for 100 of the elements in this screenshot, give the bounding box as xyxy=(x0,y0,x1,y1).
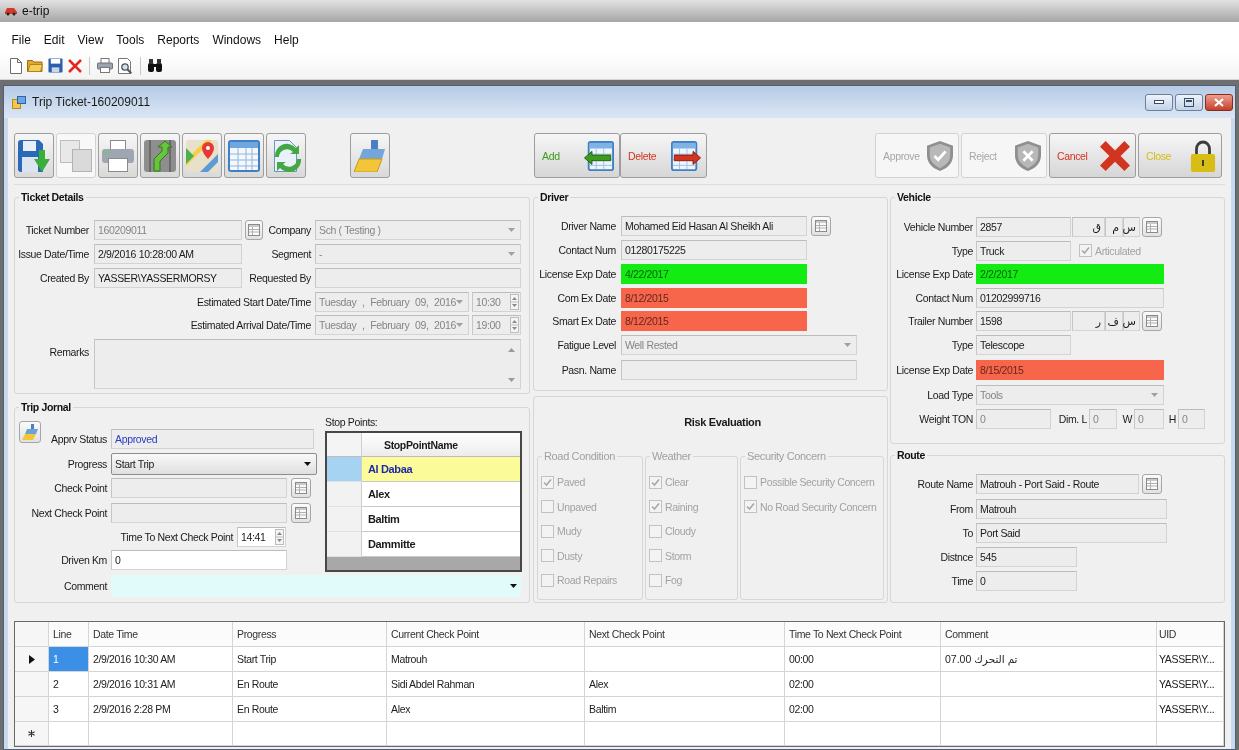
table-cell: En Route xyxy=(233,672,387,697)
brush-button[interactable] xyxy=(19,421,41,443)
date-field[interactable]: 8/12/2015 xyxy=(621,287,807,308)
text-field[interactable] xyxy=(621,360,857,380)
lookup-button[interactable] xyxy=(291,502,311,523)
field-label: Pasn. Name xyxy=(560,364,616,376)
table-cell[interactable]: Dammitte xyxy=(362,532,520,557)
cancel-button[interactable]: Cancel xyxy=(1049,133,1136,178)
table-button[interactable] xyxy=(224,133,264,178)
pages-icon xyxy=(60,139,92,172)
checkbox-label: Clear xyxy=(665,476,689,489)
table-cell[interactable]: Al Dabaa xyxy=(362,457,520,482)
text-field[interactable]: Truck xyxy=(976,240,1071,261)
table-icon xyxy=(228,139,260,172)
print-button[interactable] xyxy=(98,133,138,178)
grid-icon xyxy=(248,224,260,236)
lookup-button[interactable] xyxy=(811,216,831,236)
remarks-field[interactable] xyxy=(94,339,521,389)
text-field[interactable]: Mohamed Eid Hasan Al Sheikh Ali xyxy=(621,216,807,236)
text-field[interactable]: Approved xyxy=(111,429,314,449)
down-caret-icon xyxy=(508,378,515,382)
dropdown[interactable]: Start Trip xyxy=(111,452,317,475)
text-field[interactable]: Port Said xyxy=(976,523,1167,543)
refresh-button[interactable] xyxy=(266,133,306,178)
route-button[interactable] xyxy=(140,133,180,178)
maximize-button[interactable] xyxy=(1175,93,1203,111)
table-cell: En Route xyxy=(233,697,387,722)
date-field[interactable]: 4/22/2017 xyxy=(621,264,807,284)
text-field[interactable]: 545 xyxy=(976,547,1077,567)
text-field[interactable]: 1598 xyxy=(976,311,1071,331)
date-field[interactable]: 8/15/2015 xyxy=(976,359,1164,380)
menu-item[interactable]: Tools xyxy=(109,32,151,47)
checkbox-label: Possible Security Concern xyxy=(760,476,875,489)
cross-icon[interactable] xyxy=(68,58,82,73)
lookup-button[interactable] xyxy=(291,478,311,498)
menu-item[interactable]: Help xyxy=(267,32,306,47)
binoculars-icon[interactable] xyxy=(148,59,162,72)
plate-letter-field[interactable]: ق xyxy=(1072,217,1105,237)
delete-button[interactable]: Delete xyxy=(620,133,707,178)
text-field[interactable]: 0 xyxy=(976,571,1077,591)
text-field[interactable] xyxy=(111,478,287,498)
text-field[interactable]: Matrouh - Port Said - Route xyxy=(976,474,1139,494)
column-header: Next Check Point xyxy=(585,622,785,647)
text-field[interactable]: 01280175225 xyxy=(621,240,807,260)
table-cell[interactable]: Alex xyxy=(362,482,520,507)
plate-letter-field[interactable]: ر xyxy=(1072,311,1105,331)
text-field[interactable]: 0 xyxy=(111,550,287,570)
table-cell[interactable]: Baltim xyxy=(362,507,520,532)
table-corner xyxy=(327,433,362,457)
column-header: Date Time xyxy=(89,622,233,647)
table-cell: 00:00 xyxy=(785,647,941,672)
text-field[interactable] xyxy=(315,268,521,288)
window-close-button[interactable] xyxy=(1205,93,1233,111)
lookup-button[interactable] xyxy=(1142,217,1162,237)
open-folder-icon[interactable] xyxy=(27,59,43,72)
field-label: Segment xyxy=(270,248,311,260)
caret-icon xyxy=(844,343,851,347)
printer-icon[interactable] xyxy=(97,58,113,73)
panel-title: Risk Evaluation xyxy=(684,415,761,430)
page-magnifier-icon[interactable] xyxy=(118,57,133,74)
text-field[interactable]: YASSER\YASSERMORSY xyxy=(94,268,242,288)
lookup-button[interactable] xyxy=(1142,311,1162,331)
menu-item[interactable]: Reports xyxy=(150,32,206,47)
menu-item[interactable]: Windows xyxy=(205,32,268,47)
time-field[interactable]: 14:41 xyxy=(237,526,286,547)
clear-button[interactable] xyxy=(350,133,390,178)
field-label: Comment xyxy=(62,580,107,592)
blank-page-icon[interactable] xyxy=(10,57,22,74)
plate-letter-field[interactable]: س xyxy=(1123,311,1140,331)
lookup-button[interactable] xyxy=(245,220,263,240)
app-title: e-trip xyxy=(22,4,50,18)
menu-item[interactable]: File xyxy=(5,32,38,47)
menu-item[interactable]: View xyxy=(71,32,110,47)
field-label: Remarks xyxy=(48,345,89,358)
text-field[interactable]: Telescope xyxy=(976,335,1071,355)
date-field[interactable]: 8/12/2015 xyxy=(621,311,807,331)
text-field[interactable]: 01202999716 xyxy=(976,287,1164,308)
date-field[interactable]: 2/2/2017 xyxy=(976,264,1164,284)
lookup-button[interactable] xyxy=(1142,474,1162,494)
floppy-disk-icon xyxy=(18,139,50,172)
menu-item[interactable]: Edit xyxy=(37,32,72,47)
field-label: From xyxy=(948,502,973,515)
field-label: Company xyxy=(267,224,311,236)
table-label: Stop Points: xyxy=(325,415,378,429)
column-header: UID xyxy=(1157,622,1224,647)
save-button[interactable] xyxy=(14,133,54,178)
text-field[interactable] xyxy=(111,502,287,523)
map-button[interactable] xyxy=(182,133,222,178)
plate-letter-field[interactable]: س xyxy=(1123,217,1140,237)
field-label: Apprv Status xyxy=(50,433,107,445)
text-field[interactable]: 2857 xyxy=(976,217,1071,237)
minimize-button[interactable] xyxy=(1145,93,1173,111)
text-field[interactable]: 2/9/2016 10:28:00 AM xyxy=(94,244,242,264)
text-field[interactable]: Matrouh xyxy=(976,498,1167,519)
column-header: Comment xyxy=(941,622,1157,647)
table-cell: 2 xyxy=(49,672,89,697)
table-cell: YASSER\Y... xyxy=(1157,647,1224,672)
column-header: Progress xyxy=(233,622,387,647)
table-cell: 1 xyxy=(49,647,89,672)
field-label: License Exp Date xyxy=(895,363,973,376)
